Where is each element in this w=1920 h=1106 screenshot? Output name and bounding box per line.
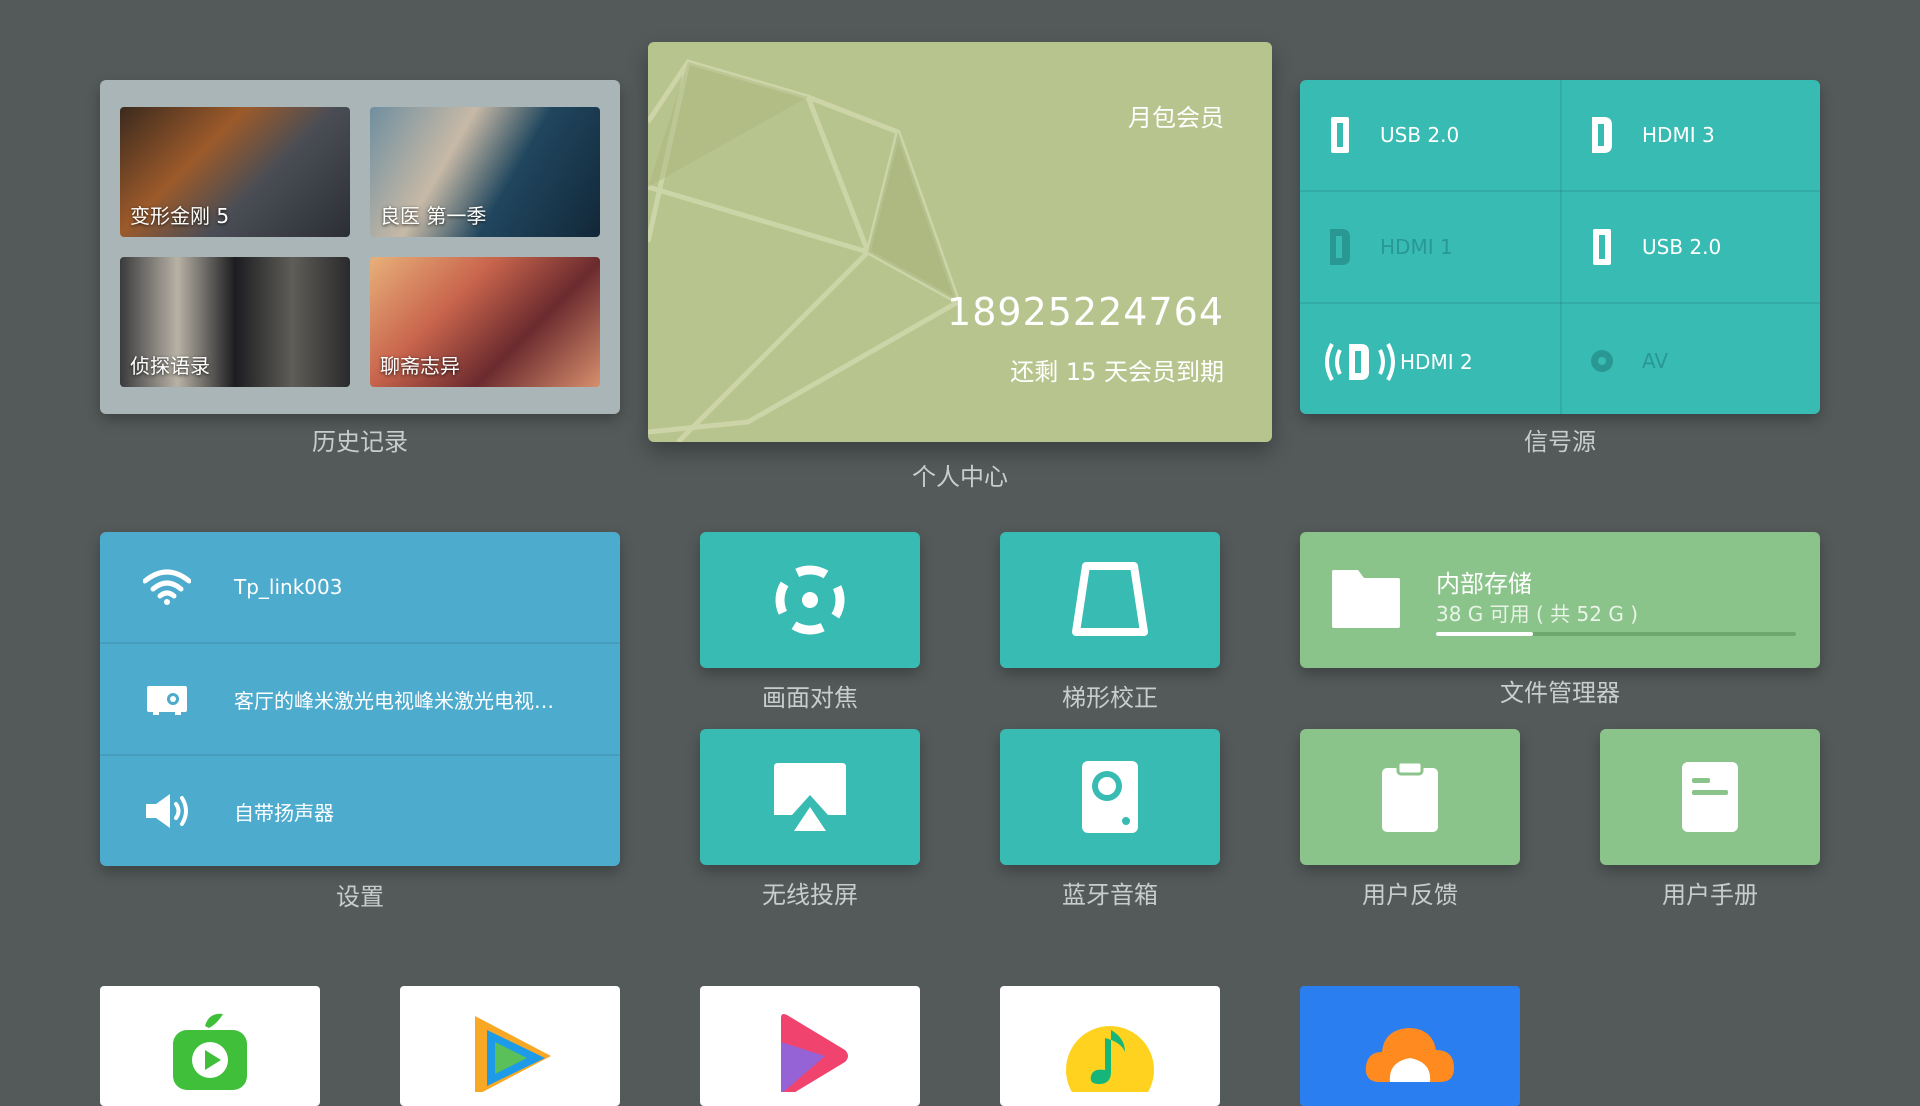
history-item-1[interactable]: 变形金刚 5 [120, 107, 350, 237]
history-caption: 历史记录 [312, 428, 408, 456]
storage-progress-bar [1436, 632, 1796, 636]
source-hdmi-1[interactable]: HDMI 1 [1300, 222, 1560, 272]
history-item-title: 聊斋志异 [380, 354, 460, 378]
music-icon [1066, 1026, 1154, 1092]
file-manager-caption: 文件管理器 [1500, 679, 1620, 707]
app-tile-2[interactable] [400, 986, 620, 1106]
speaker-name: 自带扬声器 [234, 800, 334, 825]
usb-icon [1300, 115, 1380, 155]
keystone-caption: 梯形校正 [1062, 684, 1158, 712]
history-item-3[interactable]: 侦探语录 [120, 257, 350, 387]
storage-usage: 38 G 可用 ( 共 52 G ) [1436, 602, 1639, 626]
tencent-video-icon [475, 1016, 551, 1092]
member-caption: 个人中心 [912, 463, 1008, 491]
source-label: USB 2.0 [1642, 235, 1722, 259]
source-label: HDMI 2 [1400, 350, 1473, 374]
source-hdmi-3[interactable]: HDMI 3 [1562, 110, 1820, 160]
source-usb-1[interactable]: USB 2.0 [1300, 110, 1560, 160]
settings-caption: 设置 [336, 883, 384, 911]
source-usb-2[interactable]: USB 2.0 [1562, 222, 1820, 272]
hdmi-icon [1562, 115, 1642, 155]
feedback-tile[interactable] [1300, 729, 1520, 865]
history-item-title: 侦探语录 [130, 354, 210, 378]
app-tile-3[interactable] [700, 986, 920, 1106]
focus-tile[interactable] [700, 532, 920, 668]
iqiyi-icon [173, 1013, 247, 1090]
divider [1300, 190, 1820, 192]
signal-caption: 信号源 [1524, 428, 1596, 456]
folder-icon [1332, 570, 1400, 628]
projector-icon [100, 682, 234, 716]
projector-name: 客厅的峰米激光电视峰米激光电视… [234, 688, 554, 713]
screen-cast-icon [774, 763, 846, 831]
hdmi-icon [1300, 227, 1380, 267]
cast-caption: 无线投屏 [762, 881, 858, 909]
app-tile-1[interactable] [100, 986, 320, 1106]
speaker-icon [100, 792, 234, 830]
history-panel[interactable]: 变形金刚 5 良医 第一季 侦探语录 聊斋志异 [100, 80, 620, 414]
bluetooth-speaker-icon [1082, 761, 1138, 833]
manual-icon [1682, 762, 1738, 832]
source-hdmi-2[interactable]: HDMI 2 [1300, 334, 1560, 390]
keystone-tile[interactable] [1000, 532, 1220, 668]
keystone-icon [1072, 562, 1148, 636]
divider [1300, 302, 1820, 304]
av-icon [1562, 349, 1642, 373]
member-phone: 18925224764 [947, 290, 1224, 334]
settings-panel[interactable]: Tp_link003 客厅的峰米激光电视峰米激光电视… 自带扬声器 [100, 532, 620, 866]
source-av[interactable]: AV [1562, 336, 1820, 386]
wifi-row[interactable]: Tp_link003 [100, 532, 620, 642]
bluetooth-speaker-tile[interactable] [1000, 729, 1220, 865]
bluetooth-caption: 蓝牙音箱 [1062, 881, 1158, 909]
app-tile-5[interactable] [1300, 986, 1520, 1106]
member-card[interactable]: 月包会员 18925224764 还剩 15 天会员到期 [648, 42, 1272, 442]
member-expiry: 还剩 15 天会员到期 [1010, 358, 1224, 386]
wifi-name: Tp_link003 [234, 575, 343, 599]
storage-progress-fill [1436, 632, 1534, 636]
file-manager-tile[interactable]: 内部存储 38 G 可用 ( 共 52 G ) [1300, 532, 1820, 668]
member-type: 月包会员 [1128, 104, 1224, 132]
history-item-2[interactable]: 良医 第一季 [370, 107, 600, 237]
wifi-icon [100, 569, 234, 605]
history-item-title: 良医 第一季 [380, 204, 487, 228]
usb-icon [1562, 227, 1642, 267]
clipboard-icon [1382, 760, 1438, 832]
cloud-app-icon [1365, 1028, 1454, 1082]
source-label: AV [1642, 349, 1669, 373]
source-label: USB 2.0 [1380, 123, 1460, 147]
video-play-icon [781, 1014, 848, 1092]
history-item-4[interactable]: 聊斋志异 [370, 257, 600, 387]
source-label: HDMI 1 [1380, 235, 1453, 259]
signal-source-panel[interactable]: USB 2.0 HDMI 3 HDMI 1 USB 2.0 HDMI 2 AV [1300, 80, 1820, 414]
history-item-title: 变形金刚 5 [130, 204, 230, 228]
manual-caption: 用户手册 [1662, 881, 1758, 909]
feedback-caption: 用户反馈 [1362, 881, 1458, 909]
cast-tile[interactable] [700, 729, 920, 865]
focus-icon [775, 565, 845, 635]
focus-caption: 画面对焦 [762, 684, 858, 712]
projector-row[interactable]: 客厅的峰米激光电视峰米激光电视… [100, 644, 620, 754]
manual-tile[interactable] [1600, 729, 1820, 865]
storage-title: 内部存储 [1436, 570, 1532, 598]
app-tile-4[interactable] [1000, 986, 1220, 1106]
speaker-row[interactable]: 自带扬声器 [100, 756, 620, 866]
source-label: HDMI 3 [1642, 123, 1715, 147]
